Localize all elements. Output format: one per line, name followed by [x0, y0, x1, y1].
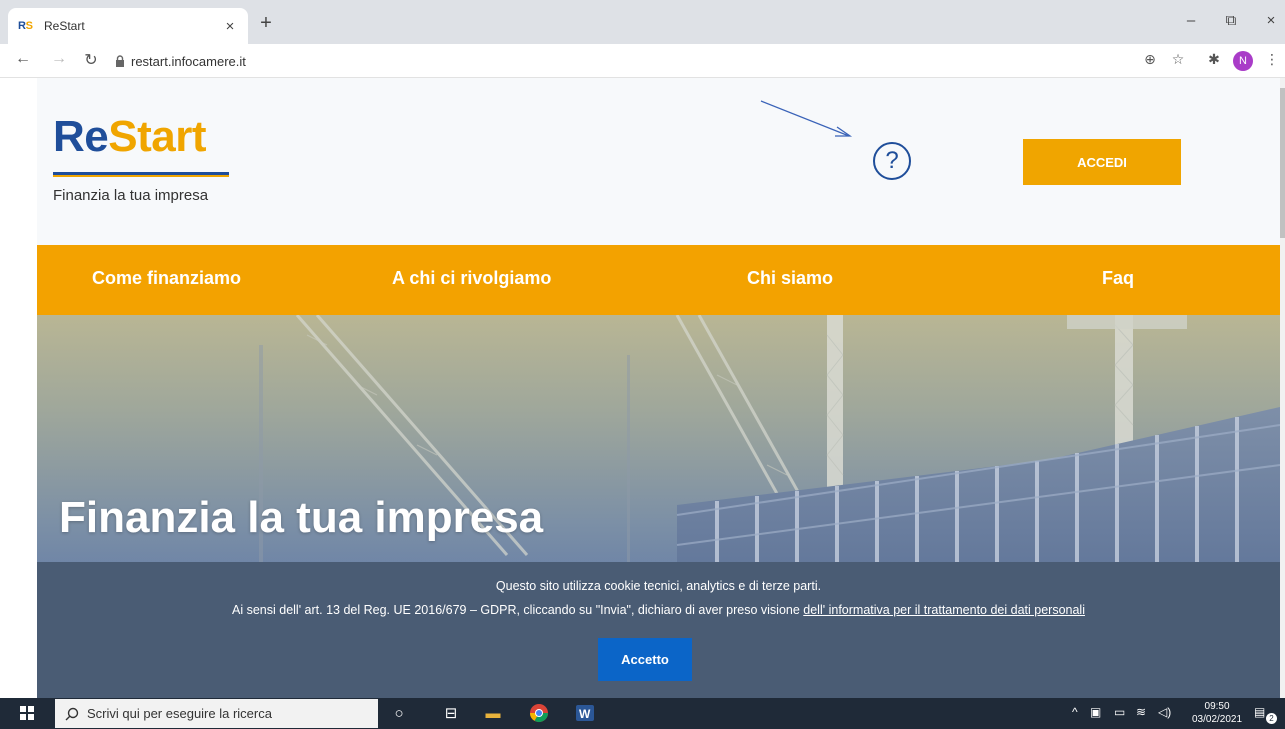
extensions-puzzle-icon[interactable]: ✱ — [1204, 51, 1224, 68]
url-text[interactable]: restart.infocamere.it — [131, 54, 246, 69]
browser-tabstrip: RS ReStart × + – ⧉ × — [0, 0, 1285, 44]
close-window-button[interactable]: × — [1257, 12, 1285, 29]
address-bar[interactable]: restart.infocamere.it — [105, 48, 1105, 74]
nav-item-faq[interactable]: Faq — [1102, 268, 1134, 289]
task-view-icon[interactable]: ⊟ — [440, 702, 462, 724]
reload-icon[interactable]: ↻ — [80, 50, 102, 70]
browser-tab[interactable]: RS ReStart × — [8, 8, 248, 44]
word-icon[interactable]: W — [574, 702, 596, 724]
annotation-arrow-icon — [760, 100, 853, 137]
browser-toolbar: ← → ↻ restart.infocamere.it ⊕ ☆ ✱ ⋮ — [0, 44, 1285, 78]
forward-arrow-icon[interactable]: → — [48, 50, 70, 68]
system-clock[interactable]: 09:50 03/02/2021 — [1192, 700, 1242, 726]
login-button[interactable]: ACCEDI — [1023, 139, 1181, 185]
nav-item-come-finanziamo[interactable]: Come finanziamo — [92, 268, 241, 289]
minimize-button[interactable]: – — [1177, 12, 1205, 29]
windows-start-icon[interactable] — [20, 706, 34, 720]
restart-logo[interactable]: ReStart — [53, 112, 206, 162]
menu-kebab-icon[interactable]: ⋮ — [1262, 51, 1282, 68]
nav-item-a-chi-ci-rivolgiamo[interactable]: A chi ci rivolgiamo — [392, 268, 551, 289]
volume-icon[interactable]: ◁) — [1158, 705, 1171, 719]
site-header: ReStart Finanzia la tua impresa ? ACCEDI — [37, 78, 1280, 245]
tray-chevron-icon[interactable]: ^ — [1072, 705, 1078, 719]
notification-count-badge: 2 — [1266, 713, 1277, 724]
tray-app-icon[interactable]: ▣ — [1090, 705, 1101, 719]
bookmark-star-icon[interactable]: ☆ — [1168, 51, 1188, 68]
tab-close-icon[interactable]: × — [222, 18, 238, 35]
lock-icon — [116, 55, 124, 67]
search-placeholder: Scrivi qui per eseguire la ricerca — [87, 706, 272, 721]
notifications-icon[interactable]: ▤ — [1254, 705, 1265, 719]
logo-underline — [53, 172, 229, 177]
scroll-thumb[interactable] — [1280, 88, 1285, 238]
wifi-icon[interactable]: ≋ — [1136, 705, 1146, 719]
svg-text:W: W — [579, 707, 591, 721]
battery-icon[interactable]: ▭ — [1114, 705, 1125, 719]
cookie-notice-text: Questo sito utilizza cookie tecnici, ana… — [495, 579, 822, 593]
nav-item-chi-siamo[interactable]: Chi siamo — [747, 268, 833, 289]
tab-title: ReStart — [44, 19, 85, 33]
file-explorer-icon[interactable]: ▬ — [482, 702, 504, 724]
page-content: ReStart Finanzia la tua impresa ? ACCEDI… — [0, 78, 1285, 698]
new-tab-button[interactable]: + — [254, 12, 278, 35]
profile-avatar[interactable]: N — [1233, 51, 1253, 71]
search-icon — [65, 707, 79, 721]
page-scrollbar[interactable] — [1280, 78, 1285, 698]
help-question-icon[interactable]: ? — [873, 142, 911, 180]
back-arrow-icon[interactable]: ← — [12, 50, 34, 68]
cookie-gdpr-text: Ai sensi dell' art. 13 del Reg. UE 2016/… — [232, 603, 1085, 617]
taskbar-search[interactable]: Scrivi qui per eseguire la ricerca — [55, 699, 378, 728]
chrome-icon[interactable] — [528, 702, 550, 724]
privacy-policy-link[interactable]: dell' informativa per il trattamento dei… — [803, 603, 1085, 617]
maximize-button[interactable]: ⧉ — [1217, 12, 1245, 29]
restart-favicon-icon: RS — [18, 20, 33, 32]
main-navigation: Come finanziamo A chi ci rivolgiamo Chi … — [37, 245, 1280, 315]
windows-taskbar: Scrivi qui per eseguire la ricerca ○ ⊟ ▬… — [0, 698, 1285, 729]
cookie-banner: Questo sito utilizza cookie tecnici, ana… — [37, 562, 1280, 698]
cortana-icon[interactable]: ○ — [388, 702, 410, 724]
logo-tagline: Finanzia la tua impresa — [53, 187, 209, 204]
accept-cookies-button[interactable]: Accetto — [598, 638, 692, 681]
hero-title: Finanzia la tua impresa — [59, 493, 544, 542]
add-site-icon[interactable]: ⊕ — [1140, 51, 1160, 68]
